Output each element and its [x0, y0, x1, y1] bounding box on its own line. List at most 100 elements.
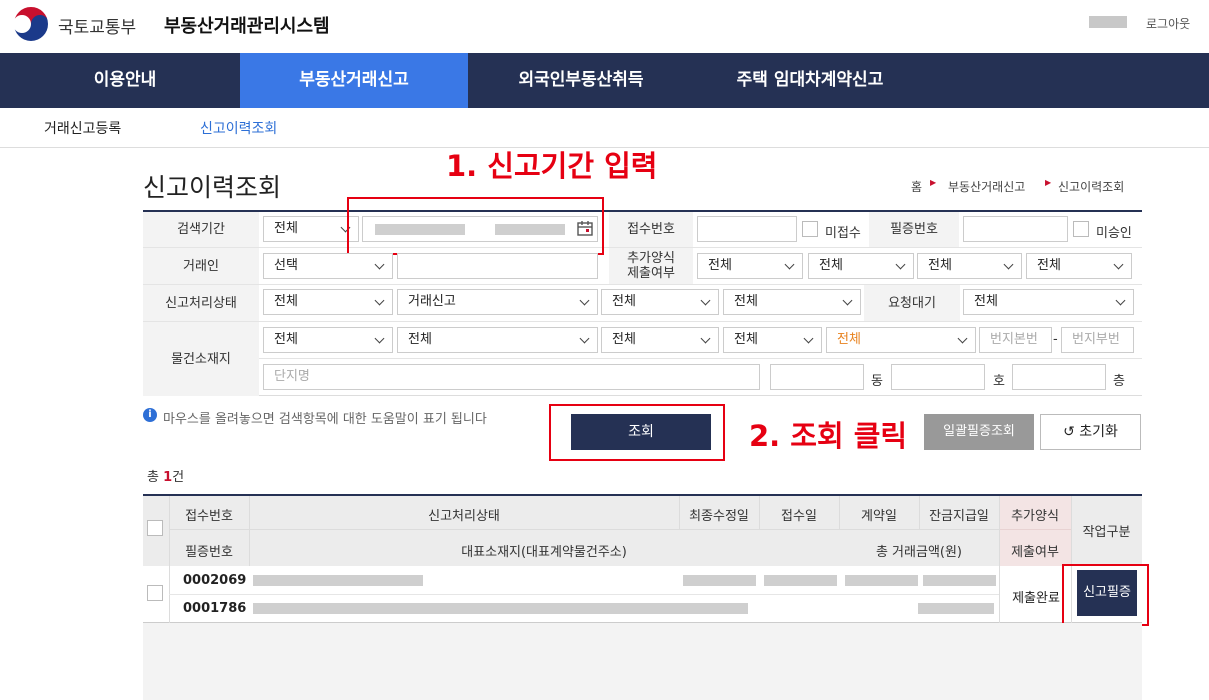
label-period: 검색기간 — [143, 212, 259, 247]
extra-form-select-1[interactable]: 전체 — [697, 253, 803, 279]
row-amount-redacted — [918, 603, 994, 614]
period-type-select[interactable]: 전체 — [263, 216, 359, 242]
bulk-cert-button[interactable]: 일괄필증조회 — [924, 414, 1034, 450]
status-select-4[interactable]: 전체 — [723, 289, 861, 315]
bonbun-input[interactable]: 번지본번 — [979, 327, 1052, 353]
gnb-item-guide[interactable]: 이용안내 — [10, 53, 240, 108]
breadcrumb-arrow-icon: ▶ — [930, 178, 937, 187]
th-work-type: 작업구분 — [1082, 525, 1131, 540]
annotation-step2: 2. 조회 클릭 — [749, 419, 908, 453]
ministry-logo[interactable] — [12, 5, 50, 43]
extra-form-select-3[interactable]: 전체 — [917, 253, 1022, 279]
status-select-3[interactable]: 전체 — [601, 289, 719, 315]
row-divider — [169, 594, 999, 595]
dong-input[interactable] — [770, 364, 864, 390]
party-name-input[interactable] — [397, 253, 598, 279]
cert-no-input[interactable] — [963, 216, 1068, 242]
system-title[interactable]: 부동산거래관리시스템 — [164, 12, 330, 38]
header-divider — [169, 529, 999, 530]
row-checkbox[interactable] — [147, 585, 163, 601]
dong-label: 동 — [871, 374, 883, 389]
result-total: 총 1건 — [147, 466, 184, 485]
total-suffix: 건 — [172, 470, 185, 485]
info-icon: i — [143, 408, 157, 422]
row-last-modified-redacted — [683, 575, 756, 586]
select-all-checkbox[interactable] — [147, 520, 163, 536]
reset-button[interactable]: ↺ 초기화 — [1040, 414, 1141, 450]
party-select[interactable]: 선택 — [263, 253, 393, 279]
location-ri-select[interactable]: 전체 — [723, 327, 822, 353]
column-divider — [999, 566, 1000, 623]
annotation-highlight-period — [347, 197, 604, 255]
refresh-icon: ↺ — [1063, 424, 1075, 440]
label-status: 신고처리상태 — [143, 285, 259, 321]
ministry-name: 국토교통부 — [58, 18, 137, 38]
total-count: 1 — [163, 470, 173, 485]
location-mountain-select[interactable]: 전체 — [826, 327, 976, 353]
total-prefix: 총 — [147, 470, 164, 485]
label-cert-no: 필증번호 — [869, 212, 959, 247]
label-receipt-no: 접수번호 — [609, 212, 693, 247]
breadcrumb-home[interactable]: 홈 — [911, 178, 922, 195]
label-extra-form-line2: 제출여부 — [627, 266, 675, 281]
row-status-redacted — [253, 575, 423, 586]
breadcrumb-arrow-icon: ▶ — [1045, 178, 1052, 187]
form-row-divider — [143, 284, 1142, 285]
label-party: 거래인 — [143, 248, 259, 284]
extra-form-select-2[interactable]: 전체 — [808, 253, 914, 279]
not-received-checkbox[interactable] — [802, 221, 818, 237]
location-sigungu-select[interactable]: 전체 — [397, 327, 598, 353]
th-extra-form: 추가양식 — [1011, 509, 1059, 524]
user-name-redacted — [1089, 16, 1127, 28]
th-cert-no: 필증번호 — [185, 545, 233, 560]
subnav-item-register[interactable]: 거래신고등록 — [44, 118, 121, 138]
location-dong-select[interactable]: 전체 — [601, 327, 719, 353]
bubun-input[interactable]: 번지부번 — [1061, 327, 1134, 353]
form-row-divider — [143, 321, 1142, 322]
th-receipt-no: 접수번호 — [185, 509, 233, 524]
floor-input[interactable] — [1012, 364, 1106, 390]
header-divider — [999, 529, 1071, 530]
location-sido-select[interactable]: 전체 — [263, 327, 393, 353]
th-contract-date: 계약일 — [861, 509, 897, 524]
row-balance-date-redacted — [923, 575, 996, 586]
row-address-redacted — [253, 603, 748, 614]
row-receipt-date-redacted — [764, 575, 837, 586]
annotation-step1: 1. 신고기간 입력 — [446, 149, 658, 183]
empty-results-area — [143, 623, 1142, 700]
not-approved-checkbox[interactable] — [1073, 221, 1089, 237]
gnb-item-transaction-report[interactable]: 부동산거래신고 — [240, 53, 468, 108]
breadcrumb-current: 신고이력조회 — [1058, 180, 1125, 194]
extra-form-select-4[interactable]: 전체 — [1026, 253, 1132, 279]
gnb-item-foreign-acquisition[interactable]: 외국인부동산취득 — [470, 53, 692, 108]
ho-input[interactable] — [891, 364, 985, 390]
logout-link[interactable]: 로그아웃 — [1146, 15, 1190, 32]
th-total-amount: 총 거래금액(원) — [875, 545, 963, 560]
th-receipt-date: 접수일 — [781, 509, 817, 524]
form-row-divider — [143, 247, 1142, 248]
th-submitted: 제출여부 — [1011, 545, 1059, 560]
page-title: 신고이력조회 — [143, 173, 282, 202]
status-select-1[interactable]: 전체 — [263, 289, 393, 315]
gnb-item-lease-report[interactable]: 주택 임대차계약신고 — [692, 53, 928, 108]
th-last-modified: 최종수정일 — [689, 509, 749, 524]
annotation-highlight-search — [549, 404, 725, 461]
breadcrumb-section[interactable]: 부동산거래신고 — [948, 178, 1025, 195]
label-location: 물건소재지 — [143, 322, 259, 396]
th-balance-date: 잔금지급일 — [929, 509, 989, 524]
label-extra-form: 추가양식 제출여부 — [609, 248, 693, 284]
floor-label: 층 — [1113, 374, 1125, 389]
complex-name-input[interactable]: 단지명 — [263, 364, 760, 390]
row-cert-no[interactable]: 0001786 — [183, 601, 246, 616]
label-extra-form-line1: 추가양식 — [627, 251, 675, 266]
request-wait-select[interactable]: 전체 — [963, 289, 1134, 315]
status-select-report-type[interactable]: 거래신고 — [397, 289, 598, 315]
form-row-divider — [259, 358, 1142, 359]
subnav-item-history[interactable]: 신고이력조회 — [200, 118, 277, 138]
receipt-no-input[interactable] — [697, 216, 797, 242]
th-address: 대표소재지(대표계약물건주소) — [461, 545, 627, 560]
row-receipt-no[interactable]: 0002069 — [183, 573, 246, 588]
not-approved-label: 미승인 — [1096, 226, 1132, 241]
ho-label: 호 — [993, 374, 1005, 389]
help-text: 마우스를 올려놓으면 검색항목에 대한 도움말이 표기 됩니다 — [163, 412, 487, 427]
